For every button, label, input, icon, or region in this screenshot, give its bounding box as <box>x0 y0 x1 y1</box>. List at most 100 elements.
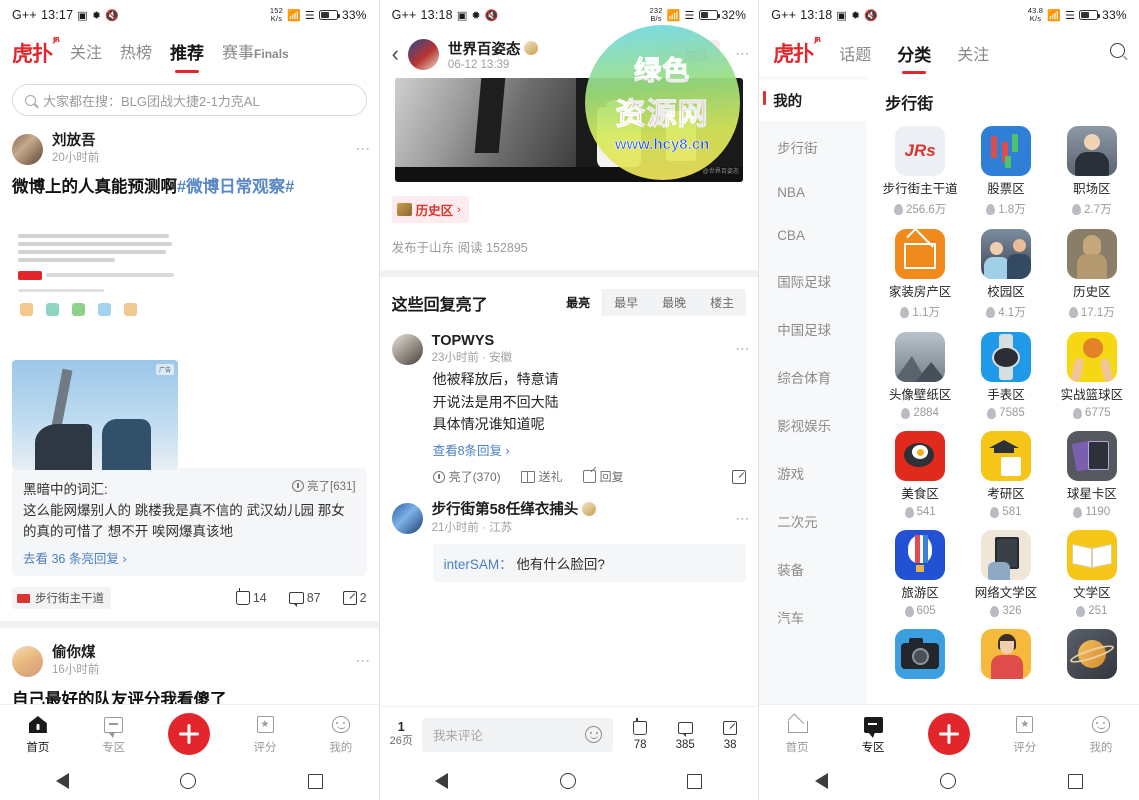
sidebar-item-cba[interactable]: CBA <box>759 214 867 257</box>
search-input[interactable]: 大家都在搜：BLG团战大捷2-1力克AL <box>12 84 367 116</box>
more-options-icon[interactable]: ⋮ <box>356 654 372 668</box>
nav-item-profile[interactable]: 我的 <box>303 713 379 755</box>
category-cell[interactable]: 实战篮球区 6775 <box>1049 332 1135 419</box>
sidebar-item-cn-football[interactable]: 中国足球 <box>759 305 867 353</box>
nav-item-post[interactable] <box>911 712 987 755</box>
back-button[interactable] <box>815 773 829 789</box>
category-cell[interactable]: 美食区 541 <box>877 431 963 518</box>
tab-fenlei[interactable]: 分类 <box>897 41 931 66</box>
nav-item-home[interactable]: 首页 <box>0 713 76 755</box>
nav-item-home[interactable]: 首页 <box>759 713 835 755</box>
plus-icon[interactable] <box>168 712 211 755</box>
category-cell[interactable]: 旅游区 605 <box>877 530 963 617</box>
nav-item-post[interactable] <box>151 712 227 755</box>
category-cell[interactable]: 职场区 2.7万 <box>1049 126 1135 217</box>
sidebar-item-anime[interactable]: 二次元 <box>759 497 867 545</box>
hupu-logo[interactable]: 虎扑 JR <box>12 36 60 68</box>
emoji-icon[interactable] <box>585 726 603 743</box>
sidebar-item-buxingjie[interactable]: 步行街 <box>759 123 867 171</box>
recents-button[interactable] <box>687 773 703 789</box>
back-icon[interactable]: ‹ <box>392 43 399 65</box>
comment-item-1[interactable]: TOPWYS 23小时前 · 安徽 ⋮ 他被释放后，特意请 开说法是用不回大陆 … <box>380 326 759 485</box>
comment-item-2[interactable]: 步行街第58任缂衣捕头 21小时前 · 江苏 ⋮ interSAM： 他有什么脸… <box>380 485 759 582</box>
avatar[interactable] <box>12 645 43 677</box>
category-cell[interactable]: 文学区 251 <box>1049 530 1135 617</box>
sidebar-item-sports[interactable]: 综合体育 <box>759 353 867 401</box>
category-cell[interactable]: 股票区 1.8万 <box>963 126 1049 217</box>
nav-item-rating[interactable]: ★ 评分 <box>227 713 303 755</box>
more-options-icon[interactable]: ⋮ <box>735 342 751 356</box>
category-cell[interactable]: JRs 步行街主干道 256.6万 <box>877 126 963 217</box>
more-options-icon[interactable]: ⋮ <box>735 47 751 61</box>
comment-button[interactable]: 87 <box>288 591 321 608</box>
avatar[interactable] <box>391 503 423 534</box>
category-cell[interactable] <box>1049 629 1135 685</box>
category-cell[interactable] <box>877 629 963 685</box>
recents-button[interactable] <box>307 773 323 789</box>
sort-tab-earliest[interactable]: 最早 <box>602 289 650 316</box>
back-button[interactable] <box>435 773 449 789</box>
home-button[interactable] <box>939 773 956 789</box>
category-cell[interactable] <box>963 629 1049 685</box>
avatar[interactable] <box>12 133 43 165</box>
view-more-replies-link[interactable]: 去看 36 条亮回复 › <box>23 548 356 567</box>
feed-post-1[interactable]: 刘放吾 20小时前 ⋮ 微博上的人真能预测啊#微博日常观察# 广告 黑暗中的词汇… <box>0 116 379 621</box>
category-cell[interactable]: 校园区 4.1万 <box>963 229 1049 320</box>
comment-count-button[interactable]: 385 <box>667 718 703 751</box>
category-cell[interactable]: 球星卡区 1190 <box>1049 431 1135 518</box>
recents-button[interactable] <box>1067 773 1083 789</box>
tab-huati[interactable]: 话题 <box>839 41 871 65</box>
more-options-icon[interactable]: ⋮ <box>356 142 372 156</box>
sidebar-item-nba[interactable]: NBA <box>759 171 867 214</box>
home-button[interactable] <box>180 773 197 789</box>
sidebar-item-cars[interactable]: 汽车 <box>759 593 867 641</box>
page-indicator[interactable]: 1 26页 <box>390 720 413 749</box>
home-button[interactable] <box>559 773 576 789</box>
category-cell[interactable]: 网络文学区 326 <box>963 530 1049 617</box>
nav-item-rating[interactable]: ★ 评分 <box>987 713 1063 755</box>
sidebar-item-gear[interactable]: 装备 <box>759 545 867 593</box>
zone-chip[interactable]: 历史区 › <box>391 196 469 223</box>
reply-button[interactable]: 回复 <box>582 468 624 485</box>
tab-saishi[interactable]: 赛事Finals <box>222 39 289 67</box>
like-button[interactable]: 78 <box>622 718 658 751</box>
sort-tab-brightest[interactable]: 最亮 <box>554 289 603 316</box>
tab-rebang[interactable]: 热榜 <box>120 39 152 67</box>
category-cell[interactable]: 历史区 17.1万 <box>1049 229 1135 320</box>
back-button[interactable] <box>55 773 69 789</box>
sidebar-item-intl-football[interactable]: 国际足球 <box>759 257 867 305</box>
search-button[interactable] <box>1109 43 1125 63</box>
avatar[interactable] <box>391 333 423 365</box>
more-options-icon[interactable]: ⋮ <box>735 512 751 526</box>
hupu-logo[interactable]: 虎扑 JR <box>773 36 821 68</box>
sort-tab-op[interactable]: 楼主 <box>698 289 746 316</box>
avatar[interactable] <box>407 38 439 70</box>
post-screenshot-image[interactable] <box>12 228 180 356</box>
category-cell[interactable]: 头像壁纸区 2884 <box>877 332 963 419</box>
share-icon[interactable] <box>732 469 747 484</box>
post-zone-badge[interactable]: 步行街主干道 <box>12 587 111 610</box>
sort-tab-latest[interactable]: 最晚 <box>650 289 698 316</box>
like-button[interactable]: 14 <box>235 588 267 606</box>
bright-button[interactable]: 亮了(370) <box>432 468 501 485</box>
plus-icon[interactable] <box>927 712 970 755</box>
category-cell[interactable]: 家装房产区 1.1万 <box>877 229 963 320</box>
hot-reply-card[interactable]: 黑暗中的词汇: 亮了[631] 这么能网爆别人的 跳楼我是真不信的 武汉幼儿园 … <box>12 468 367 577</box>
category-cell[interactable]: 考研区 581 <box>963 431 1049 518</box>
share-button[interactable]: 2 <box>342 591 367 606</box>
post-photo[interactable]: 广告 <box>12 360 178 470</box>
sidebar-item-entertainment[interactable]: 影视娱乐 <box>759 401 867 449</box>
tab-guanzhu[interactable]: 关注 <box>957 41 989 65</box>
comment-input[interactable]: 我来评论 <box>421 717 614 752</box>
sidebar-item-games[interactable]: 游戏 <box>759 449 867 497</box>
nav-item-zone[interactable]: 专区 <box>76 713 152 755</box>
view-replies-link[interactable]: 查看8条回复 › <box>433 440 747 459</box>
feed-post-2[interactable]: 偷你煤 16小时前 ⋮ 自己最好的队友评分我看傻了 <box>0 628 379 710</box>
category-cell[interactable]: 手表区 7585 <box>963 332 1049 419</box>
gift-button[interactable]: 送礼 <box>520 468 563 485</box>
nav-item-zone[interactable]: 专区 <box>835 713 911 755</box>
tab-tuijian[interactable]: 推荐 <box>170 39 204 68</box>
nav-item-profile[interactable]: 我的 <box>1063 713 1139 755</box>
tab-guanzhu[interactable]: 关注 <box>70 39 102 67</box>
share-count-button[interactable]: 38 <box>712 718 748 751</box>
